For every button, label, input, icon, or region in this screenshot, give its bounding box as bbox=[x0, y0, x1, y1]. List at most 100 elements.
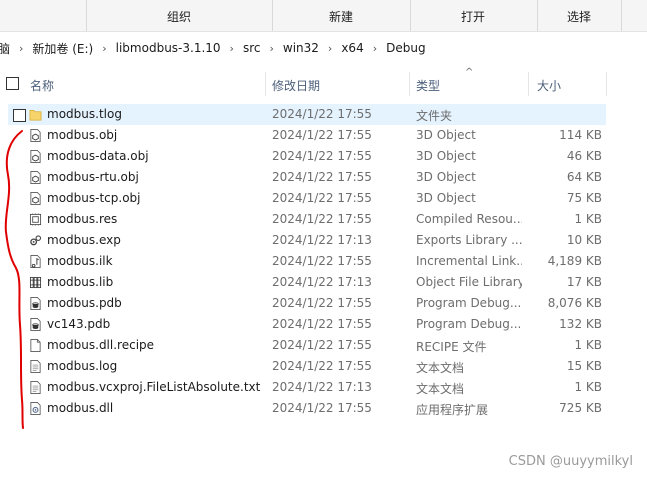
file-name[interactable]: modbus.pdb bbox=[47, 296, 122, 310]
file-row[interactable]: modbus-data.obj 2024/1/22 17:55 3D Objec… bbox=[0, 146, 647, 167]
watermark: CSDN @uuyymilkyl bbox=[508, 454, 633, 469]
file-date: 2024/1/22 17:55 bbox=[272, 191, 372, 205]
file-name[interactable]: modbus.lib bbox=[47, 275, 113, 289]
object-file-icon bbox=[30, 192, 41, 205]
chevron-right-icon[interactable]: › bbox=[373, 42, 377, 55]
file-size: 10 KB bbox=[566, 233, 602, 247]
file-date: 2024/1/22 17:55 bbox=[272, 296, 372, 310]
ribbon-group-organize[interactable]: 组织 bbox=[167, 8, 191, 25]
file-row[interactable]: modbus-rtu.obj 2024/1/22 17:55 3D Object… bbox=[0, 167, 647, 188]
chevron-right-icon[interactable]: › bbox=[19, 42, 23, 55]
file-size: 75 KB bbox=[566, 191, 602, 205]
ribbon-toolbar: 组织 新建 打开 选择 bbox=[0, 0, 647, 32]
file-date: 2024/1/22 17:55 bbox=[272, 338, 372, 352]
file-size: 64 KB bbox=[566, 170, 602, 184]
library-file-icon bbox=[29, 276, 42, 289]
file-type: Incremental Link... bbox=[416, 254, 522, 268]
file-name[interactable]: modbus.log bbox=[47, 359, 117, 373]
file-name[interactable]: modbus.dll.recipe bbox=[47, 338, 154, 352]
column-header-name[interactable]: 名称 bbox=[30, 77, 54, 94]
pdb-file-icon bbox=[30, 297, 41, 310]
breadcrumb-item-src[interactable]: src bbox=[243, 41, 261, 55]
column-header-row: 名称 修改日期 类型 大小 bbox=[0, 70, 647, 98]
row-checkbox[interactable] bbox=[13, 109, 26, 122]
file-row[interactable]: vc143.pdb 2024/1/22 17:55 Program Debug.… bbox=[0, 314, 647, 335]
file-name[interactable]: modbus.exp bbox=[47, 233, 121, 247]
file-size: 114 KB bbox=[559, 128, 602, 142]
chevron-right-icon[interactable]: › bbox=[230, 42, 234, 55]
file-date: 2024/1/22 17:55 bbox=[272, 170, 372, 184]
file-type: 文本文档 bbox=[416, 361, 465, 375]
file-date: 2024/1/22 17:55 bbox=[272, 107, 372, 121]
column-header-date[interactable]: 修改日期 bbox=[272, 77, 320, 94]
file-row[interactable]: modbus.dll 2024/1/22 17:55 应用程序扩展 725 KB bbox=[0, 398, 647, 419]
file-name[interactable]: vc143.pdb bbox=[47, 317, 110, 331]
file-size: 1 KB bbox=[574, 380, 602, 394]
file-date: 2024/1/22 17:55 bbox=[272, 149, 372, 163]
file-date: 2024/1/22 17:55 bbox=[272, 401, 372, 415]
ribbon-group-open[interactable]: 打开 bbox=[461, 8, 485, 25]
chevron-right-icon[interactable]: › bbox=[102, 42, 106, 55]
file-type: 3D Object bbox=[416, 191, 476, 205]
file-size: 17 KB bbox=[566, 275, 602, 289]
file-date: 2024/1/22 17:13 bbox=[272, 233, 372, 247]
file-name[interactable]: modbus.res bbox=[47, 212, 117, 226]
file-row[interactable]: modbus.res 2024/1/22 17:55 Compiled Reso… bbox=[0, 209, 647, 230]
file-row[interactable]: modbus-tcp.obj 2024/1/22 17:55 3D Object… bbox=[0, 188, 647, 209]
file-size: 1 KB bbox=[574, 212, 602, 226]
ribbon-separator bbox=[537, 0, 538, 31]
ilk-file-icon bbox=[30, 255, 41, 268]
breadcrumb-item-drive[interactable]: 新加卷 (E:) bbox=[32, 40, 93, 57]
object-file-icon bbox=[30, 171, 41, 184]
file-row[interactable]: modbus.pdb 2024/1/22 17:55 Program Debug… bbox=[0, 293, 647, 314]
column-header-size[interactable]: 大小 bbox=[537, 77, 561, 94]
file-name[interactable]: modbus-tcp.obj bbox=[47, 191, 140, 205]
file-name[interactable]: modbus.dll bbox=[47, 401, 113, 415]
breadcrumb-item-debug[interactable]: Debug bbox=[386, 41, 425, 55]
file-row[interactable]: modbus.dll.recipe 2024/1/22 17:55 RECIPE… bbox=[0, 335, 647, 356]
file-date: 2024/1/22 17:13 bbox=[272, 380, 372, 394]
column-header-type[interactable]: 类型 bbox=[416, 77, 440, 94]
file-name[interactable]: modbus-rtu.obj bbox=[47, 170, 139, 184]
file-type: Program Debug... bbox=[416, 317, 522, 331]
file-row[interactable]: modbus.lib 2024/1/22 17:13 Object File L… bbox=[0, 272, 647, 293]
file-row[interactable]: modbus.tlog 2024/1/22 17:55 文件夹 bbox=[8, 104, 606, 125]
file-name[interactable]: modbus.ilk bbox=[47, 254, 113, 268]
breadcrumb-item-win32[interactable]: win32 bbox=[283, 41, 319, 55]
breadcrumb-item-pc[interactable]: 脑 bbox=[0, 40, 10, 57]
resource-file-icon bbox=[29, 213, 42, 226]
column-divider[interactable] bbox=[409, 72, 410, 96]
ribbon-group-select[interactable]: 选择 bbox=[567, 8, 591, 25]
column-divider[interactable] bbox=[606, 72, 607, 96]
column-divider[interactable] bbox=[265, 72, 266, 96]
file-type: Compiled Resou... bbox=[416, 212, 522, 226]
breadcrumb-item-libmodbus[interactable]: libmodbus-3.1.10 bbox=[116, 41, 221, 55]
file-name[interactable]: modbus.tlog bbox=[47, 107, 122, 121]
file-type: 应用程序扩展 bbox=[416, 403, 489, 417]
breadcrumb-item-x64[interactable]: x64 bbox=[341, 41, 363, 55]
file-size: 46 KB bbox=[566, 149, 602, 163]
file-type: 3D Object bbox=[416, 170, 476, 184]
file-name[interactable]: modbus.vcxproj.FileListAbsolute.txt bbox=[47, 380, 260, 394]
file-row[interactable]: modbus.log 2024/1/22 17:55 文本文档 15 KB bbox=[0, 356, 647, 377]
chevron-right-icon[interactable]: › bbox=[328, 42, 332, 55]
file-name[interactable]: modbus.obj bbox=[47, 128, 117, 142]
file-row[interactable]: modbus.ilk 2024/1/22 17:55 Incremental L… bbox=[0, 251, 647, 272]
file-size: 132 KB bbox=[559, 317, 602, 331]
pdb-file-icon bbox=[30, 318, 41, 331]
file-date: 2024/1/22 17:55 bbox=[272, 254, 372, 268]
file-size: 15 KB bbox=[566, 359, 602, 373]
file-row[interactable]: modbus.exp 2024/1/22 17:13 Exports Libra… bbox=[0, 230, 647, 251]
file-type: 3D Object bbox=[416, 149, 476, 163]
file-date: 2024/1/22 17:55 bbox=[272, 359, 372, 373]
select-all-checkbox[interactable] bbox=[6, 77, 19, 90]
file-row[interactable]: modbus.obj 2024/1/22 17:55 3D Object 114… bbox=[0, 125, 647, 146]
file-type: Exports Library ... bbox=[416, 233, 522, 247]
file-name[interactable]: modbus-data.obj bbox=[47, 149, 149, 163]
ribbon-separator bbox=[410, 0, 411, 31]
file-row[interactable]: modbus.vcxproj.FileListAbsolute.txt 2024… bbox=[0, 377, 647, 398]
column-divider[interactable] bbox=[528, 72, 529, 96]
chevron-right-icon[interactable]: › bbox=[269, 42, 273, 55]
file-date: 2024/1/22 17:13 bbox=[272, 275, 372, 289]
ribbon-group-new[interactable]: 新建 bbox=[329, 8, 353, 25]
